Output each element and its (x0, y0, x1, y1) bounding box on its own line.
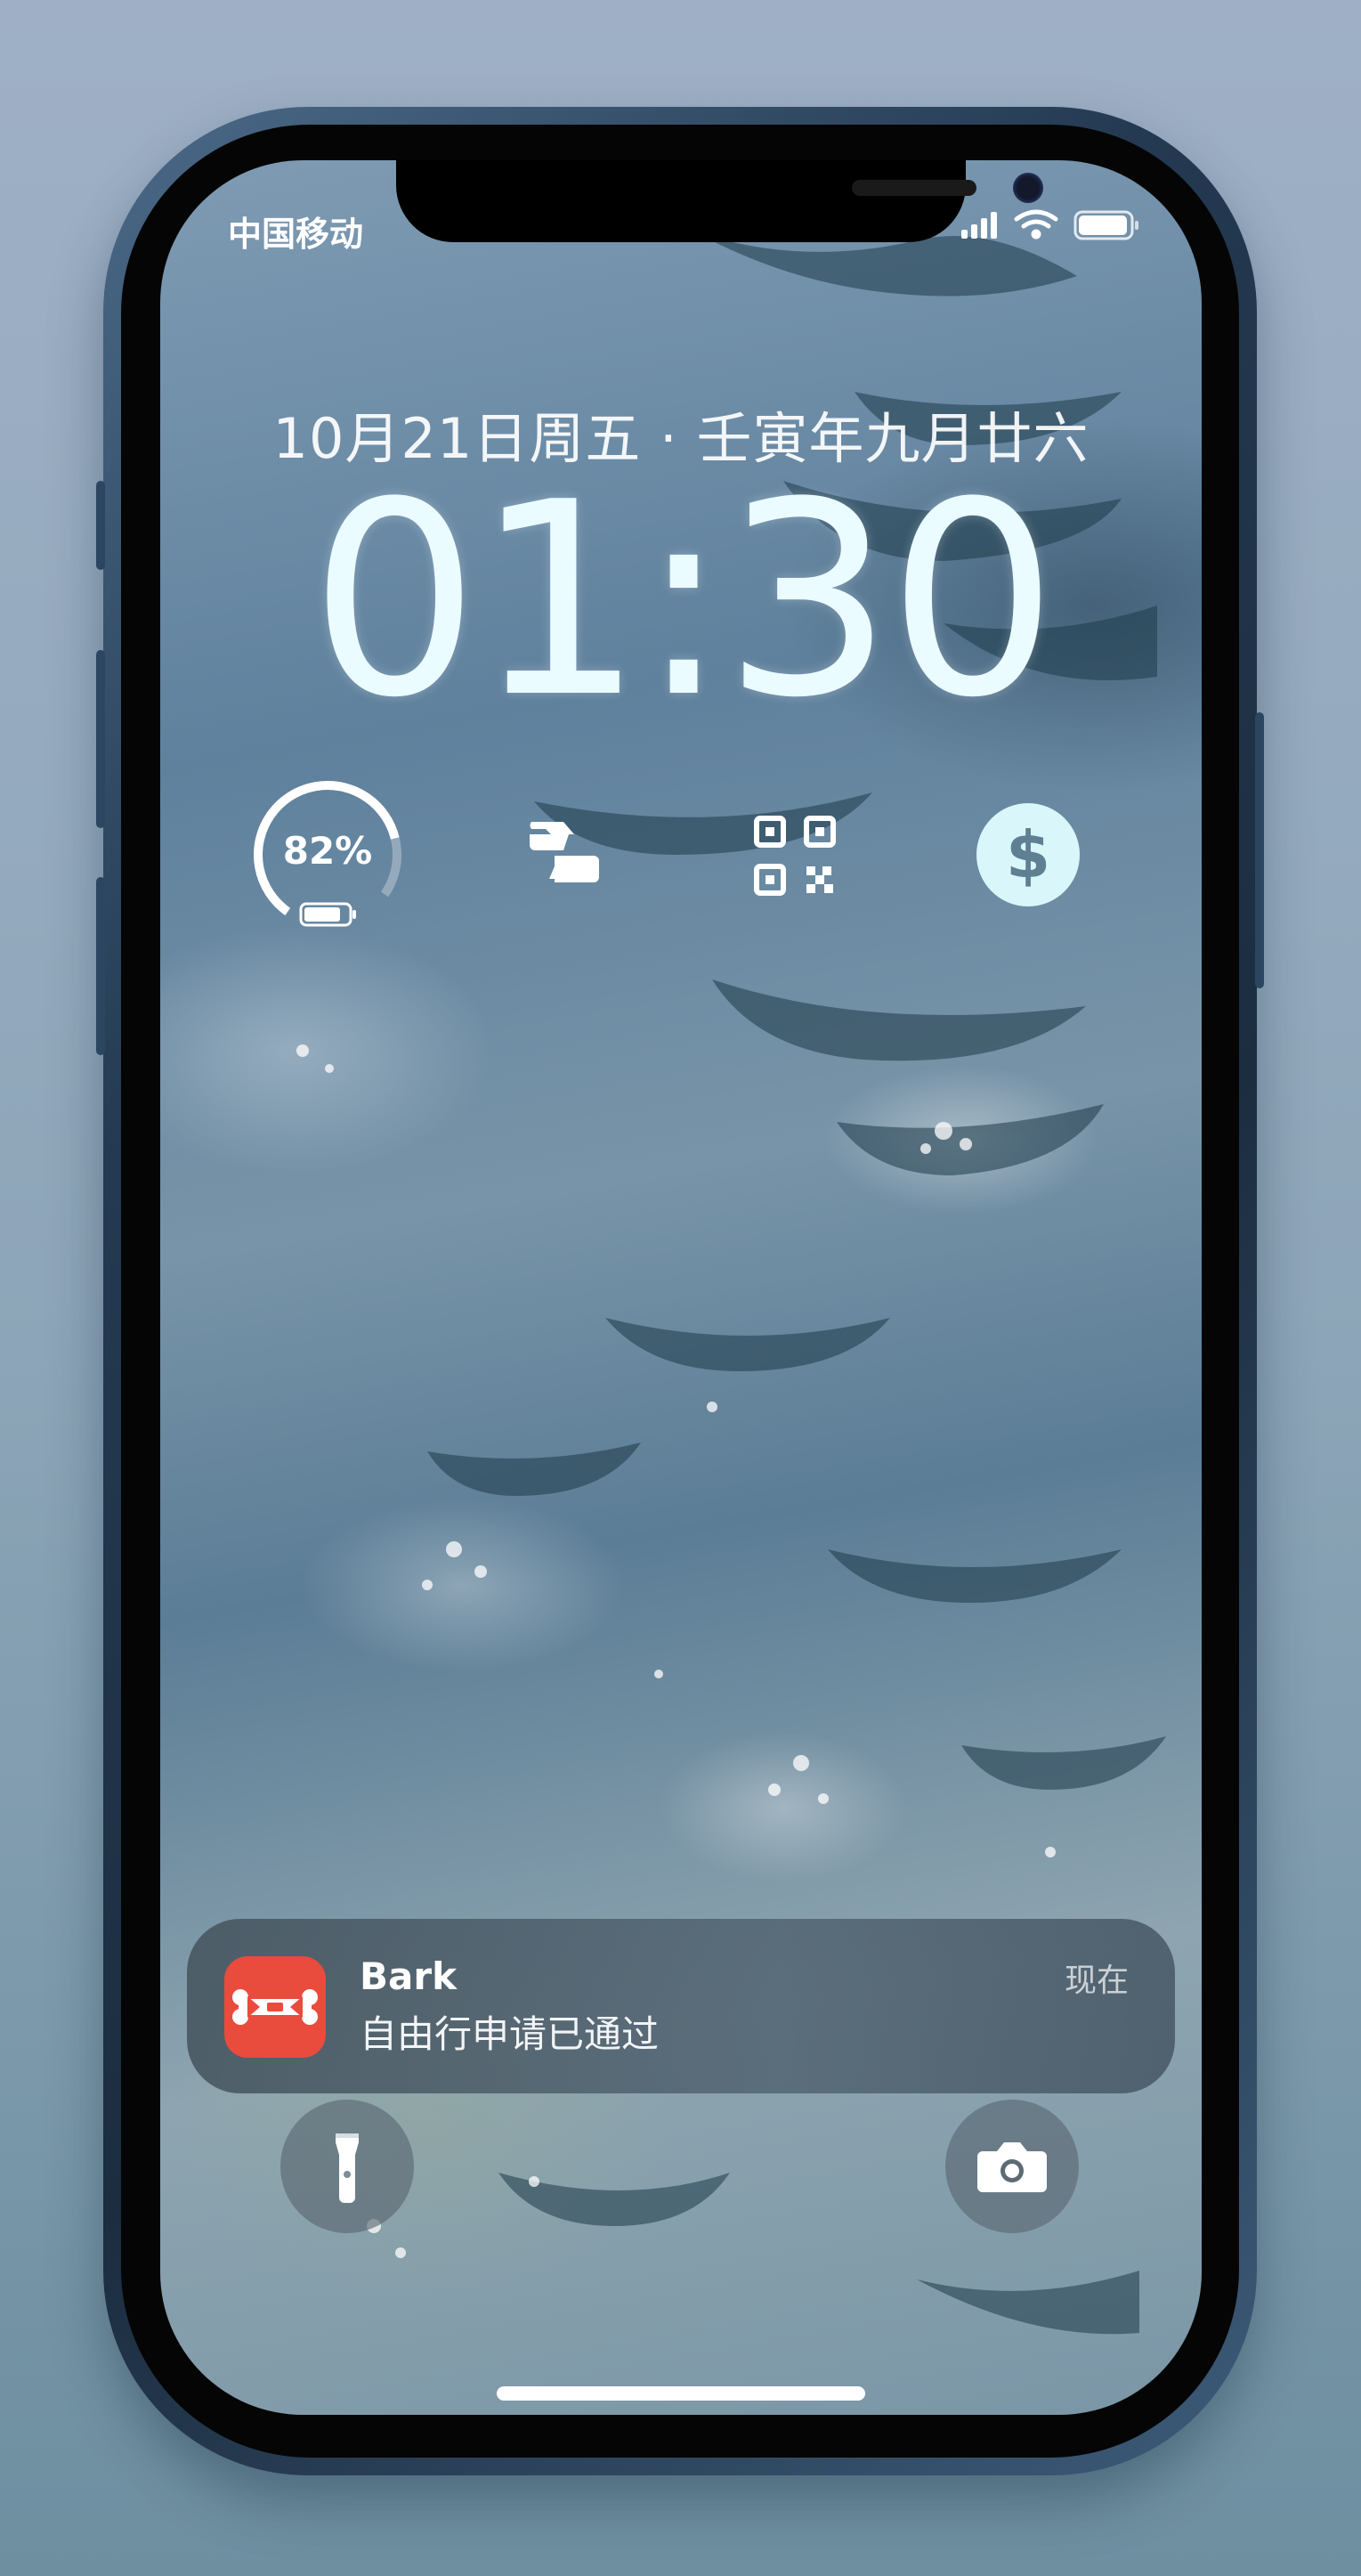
battery-widget[interactable]: 82% (252, 779, 403, 930)
front-camera (1013, 173, 1043, 203)
volume-down-button (96, 877, 105, 1055)
battery-percent-label: 82% (282, 829, 373, 873)
notification-app-name: Bark (360, 1954, 457, 1998)
cellular-signal-icon (961, 212, 997, 239)
side-button (1255, 712, 1264, 988)
bark-app-icon (224, 1956, 326, 2058)
notification-banner[interactable]: Bark 自由行申请已通过 现在 (187, 1919, 1175, 2093)
earpiece-speaker (852, 180, 976, 196)
switch-widget[interactable] (485, 779, 636, 930)
camera-icon (977, 2142, 1047, 2192)
lock-screen: 中国移动 10月21日周五 · 壬寅年九月廿六 01:30 82% $ Bark… (160, 160, 1202, 2415)
camera-button[interactable] (945, 2100, 1079, 2233)
qr-code-widget[interactable] (719, 779, 871, 930)
flashlight-button[interactable] (280, 2100, 414, 2233)
battery-icon (1073, 210, 1138, 240)
svg-text:$: $ (1006, 817, 1050, 892)
qr-code-icon (754, 816, 836, 896)
notification-time: 现在 (1064, 1962, 1129, 1999)
home-indicator[interactable] (497, 2386, 865, 2401)
notification-message: 自由行申请已通过 (360, 2012, 660, 2056)
flashlight-icon (336, 2133, 359, 2203)
notch (396, 160, 1043, 242)
bone-icon (232, 1989, 318, 2025)
dollar-icon: $ (976, 803, 1080, 906)
switch-arrows-icon (530, 822, 599, 882)
lock-screen-time: 01:30 (309, 445, 1058, 756)
status-icons (961, 209, 1138, 240)
silent-switch (96, 481, 105, 570)
wifi-icon (1014, 209, 1058, 240)
dollar-widget[interactable]: $ (952, 779, 1104, 930)
carrier-label: 中国移动 (228, 215, 364, 254)
volume-up-button (96, 650, 105, 828)
